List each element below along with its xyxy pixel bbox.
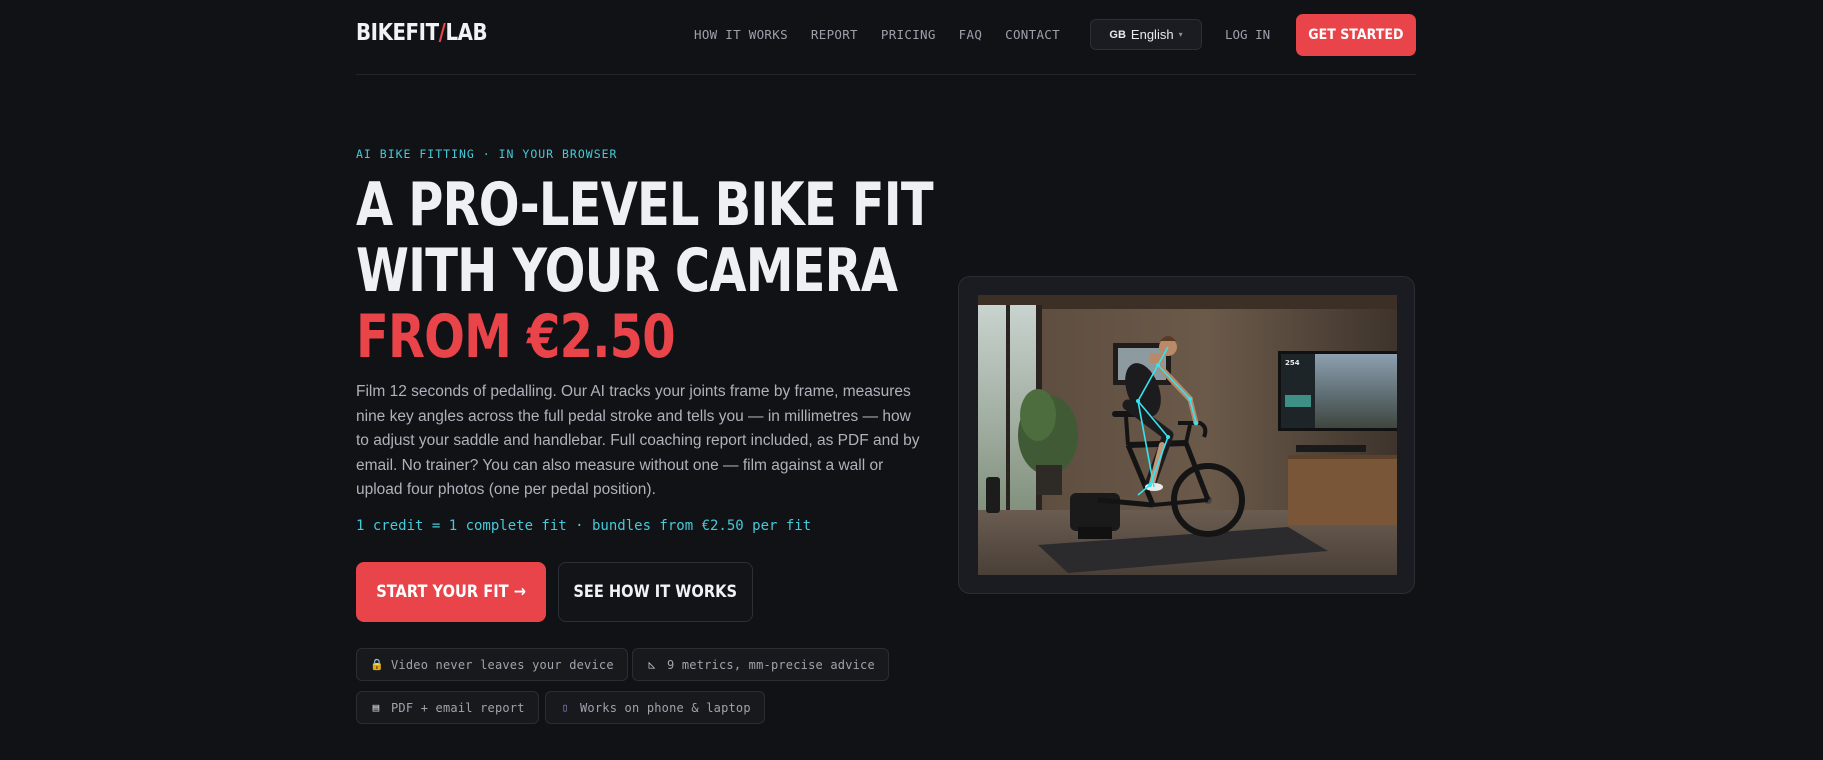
see-how-it-works-button[interactable]: SEE HOW IT WORKS bbox=[558, 562, 753, 622]
logo-slash: / bbox=[438, 20, 446, 46]
nav-faq[interactable]: FAQ bbox=[959, 27, 982, 42]
feature-chip-report: ▤ PDF + email report bbox=[356, 691, 539, 724]
hero-eyebrow: AI BIKE FITTING · IN YOUR BROWSER bbox=[356, 147, 618, 161]
logo[interactable]: BIKEFIT/LAB bbox=[356, 20, 488, 46]
chip-label: 9 metrics, mm-precise advice bbox=[667, 657, 875, 672]
logo-text-lab: LAB bbox=[445, 20, 488, 46]
nav-report[interactable]: REPORT bbox=[811, 27, 858, 42]
language-selector[interactable]: GB English ▾ bbox=[1090, 19, 1202, 50]
site-header: BIKEFIT/LAB HOW IT WORKS REPORT PRICING … bbox=[356, 0, 1416, 75]
language-label: English bbox=[1130, 27, 1174, 42]
chevron-down-icon: ▾ bbox=[1178, 30, 1183, 39]
main-nav: HOW IT WORKS REPORT PRICING FAQ CONTACT bbox=[694, 27, 1083, 42]
ruler-icon: ◺ bbox=[648, 658, 656, 671]
headline-line-2: WITH YOUR CAMERA bbox=[356, 236, 898, 306]
lock-icon: 🔒 bbox=[370, 658, 384, 671]
phone-icon: ▯ bbox=[561, 701, 569, 714]
hero-headline: A PRO-LEVEL BIKE FIT WITH YOUR CAMERA FR… bbox=[356, 170, 934, 372]
nav-pricing[interactable]: PRICING bbox=[881, 27, 936, 42]
feature-chip-devices: ▯ Works on phone & laptop bbox=[545, 691, 765, 724]
nav-contact[interactable]: CONTACT bbox=[1005, 27, 1060, 42]
nav-how-it-works[interactable]: HOW IT WORKS bbox=[694, 27, 788, 42]
hero-image-card: 254 bbox=[958, 276, 1415, 594]
get-started-button[interactable]: GET STARTED bbox=[1296, 14, 1416, 56]
see-how-label: SEE HOW IT WORKS bbox=[573, 582, 738, 602]
get-started-label: GET STARTED bbox=[1308, 27, 1404, 43]
headline-price: FROM €2.50 bbox=[356, 302, 676, 372]
hero-description: Film 12 seconds of pedalling. Our AI tra… bbox=[356, 383, 920, 499]
feature-chip-privacy: 🔒 Video never leaves your device bbox=[356, 648, 628, 681]
credit-info: 1 credit = 1 complete fit · bundles from… bbox=[356, 518, 812, 534]
document-icon: ▤ bbox=[372, 701, 380, 714]
start-fit-button[interactable]: START YOUR FIT → bbox=[356, 562, 546, 622]
page: BIKEFIT/LAB HOW IT WORKS REPORT PRICING … bbox=[0, 0, 1823, 760]
tv-screen-value: 254 bbox=[1285, 359, 1300, 367]
flag-icon: GB bbox=[1109, 28, 1126, 41]
start-fit-label: START YOUR FIT → bbox=[376, 582, 526, 602]
cyclist-photo: 254 bbox=[978, 295, 1397, 575]
chip-label: Works on phone & laptop bbox=[580, 700, 751, 715]
chip-label: PDF + email report bbox=[391, 700, 525, 715]
feature-chip-metrics: ◺ 9 metrics, mm-precise advice bbox=[632, 648, 889, 681]
logo-text: BIKEFIT bbox=[356, 20, 439, 46]
headline-line-1: A PRO-LEVEL BIKE FIT bbox=[356, 170, 934, 240]
login-link[interactable]: LOG IN bbox=[1225, 27, 1270, 42]
cyclist-illustration: 254 bbox=[978, 295, 1397, 575]
chip-label: Video never leaves your device bbox=[391, 657, 614, 672]
